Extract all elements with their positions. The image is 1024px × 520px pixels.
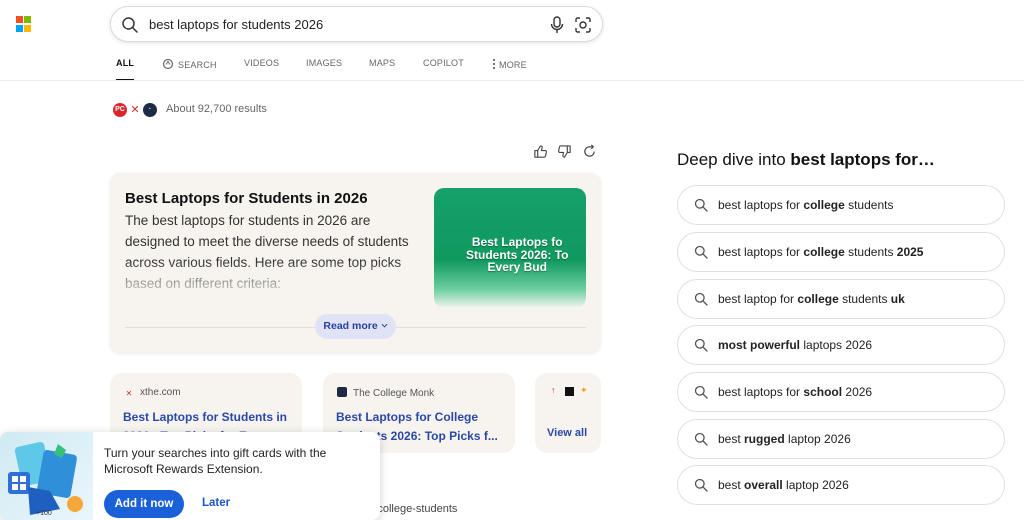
answer-title: Best Laptops for Students in 2026	[125, 190, 368, 207]
related-search-text: best overall laptop 2026	[718, 478, 849, 492]
chevron-down-icon	[381, 320, 388, 332]
microphone-icon[interactable]	[548, 15, 566, 40]
related-search-text: best laptops for college students	[718, 198, 894, 212]
header-divider	[0, 80, 1024, 81]
xthe-favicon-icon: ✕	[125, 389, 133, 398]
search-input[interactable]: best laptops for students 2026	[149, 17, 323, 32]
related-search-text: best laptop for college students uk	[718, 292, 905, 306]
search-icon	[694, 432, 708, 451]
tab-videos[interactable]: VIDEOS	[244, 58, 279, 80]
mini-favicon-icon: ✦	[580, 385, 588, 395]
mini-favicon-icon: ↑	[551, 385, 556, 395]
related-search-text: best laptops for college students 2025	[718, 245, 924, 259]
deep-dive-title: Deep dive into best laptops for…	[677, 150, 935, 169]
related-search-item[interactable]: best laptop for college students uk	[677, 279, 1005, 319]
search-icon	[694, 292, 708, 311]
search-icon	[694, 245, 708, 264]
source-favicon-pc: PC	[113, 103, 127, 117]
visual-search-icon[interactable]	[573, 15, 593, 40]
tab-more[interactable]: MORE	[492, 58, 527, 80]
related-search-item[interactable]: best laptops for college students 2025	[677, 232, 1005, 272]
later-button[interactable]: Later	[202, 497, 230, 509]
view-all-card[interactable]: ↑ ✦ View all	[535, 373, 601, 453]
tab-images[interactable]: IMAGES	[306, 58, 342, 80]
source-favicon-cm: ·	[143, 103, 157, 117]
related-search-text: best laptops for school 2026	[718, 385, 873, 399]
thumbnail-line: Every Bud	[487, 260, 547, 274]
tab-copilot[interactable]: COPILOT	[423, 58, 464, 80]
search-box[interactable]: best laptops for students 2026	[110, 6, 603, 42]
tab-all[interactable]: ALL	[116, 58, 135, 81]
source-host: xthe.com	[140, 387, 181, 398]
microsoft-logo-icon[interactable]	[16, 16, 32, 32]
answer-fade	[110, 261, 430, 301]
search-icon	[694, 338, 708, 357]
promo-illustration: +100	[0, 432, 93, 520]
points-badge: +100	[36, 510, 52, 517]
thumbs-up-icon[interactable]	[533, 144, 548, 164]
thumbnail-line: Best Laptops fo	[471, 235, 563, 249]
view-all-link[interactable]: View all	[547, 427, 587, 439]
related-search-text: most powerful laptops 2026	[718, 338, 873, 352]
refresh-icon[interactable]	[582, 144, 597, 164]
related-search-text: best rugged laptop 2026	[718, 432, 851, 446]
promo-message: Turn your searches into gift cards with …	[104, 446, 327, 476]
search-icon	[694, 385, 708, 404]
result-url[interactable]: r-college-students	[370, 503, 457, 515]
college-monk-favicon-icon	[337, 387, 347, 397]
thumbnail-caption: Best Laptops fo Students 2026: To Every …	[466, 236, 568, 274]
rewards-promo: +100 Turn your searches into gift cards …	[0, 432, 380, 520]
answer-thumbnail[interactable]: Best Laptops fo Students 2026: To Every …	[434, 188, 586, 308]
source-host: The College Monk	[353, 388, 435, 399]
read-more-button[interactable]: Read more	[315, 314, 396, 339]
answer-card: Best Laptops for Students in 2026 The be…	[110, 173, 601, 353]
results-count: About 92,700 results	[166, 103, 267, 115]
thumbs-down-icon[interactable]	[557, 144, 572, 164]
more-dots-icon	[492, 58, 496, 72]
related-search-item[interactable]: best laptops for school 2026	[677, 372, 1005, 412]
mini-favicon-icon	[565, 387, 574, 396]
related-search-item[interactable]: best overall laptop 2026	[677, 465, 1005, 505]
related-search-item[interactable]: best laptops for college students	[677, 185, 1005, 225]
search-icon	[694, 478, 708, 497]
tab-maps[interactable]: MAPS	[369, 58, 395, 80]
search-icon	[694, 198, 708, 217]
tab-search[interactable]: SEARCH	[162, 58, 217, 80]
source-favicon-x: ✕	[128, 103, 142, 117]
related-search-item[interactable]: most powerful laptops 2026	[677, 325, 1005, 365]
search-icon[interactable]	[121, 16, 139, 39]
related-search-item[interactable]: best rugged laptop 2026	[677, 419, 1005, 459]
add-it-now-button[interactable]: Add it now	[104, 490, 184, 518]
copilot-search-icon	[162, 58, 174, 72]
